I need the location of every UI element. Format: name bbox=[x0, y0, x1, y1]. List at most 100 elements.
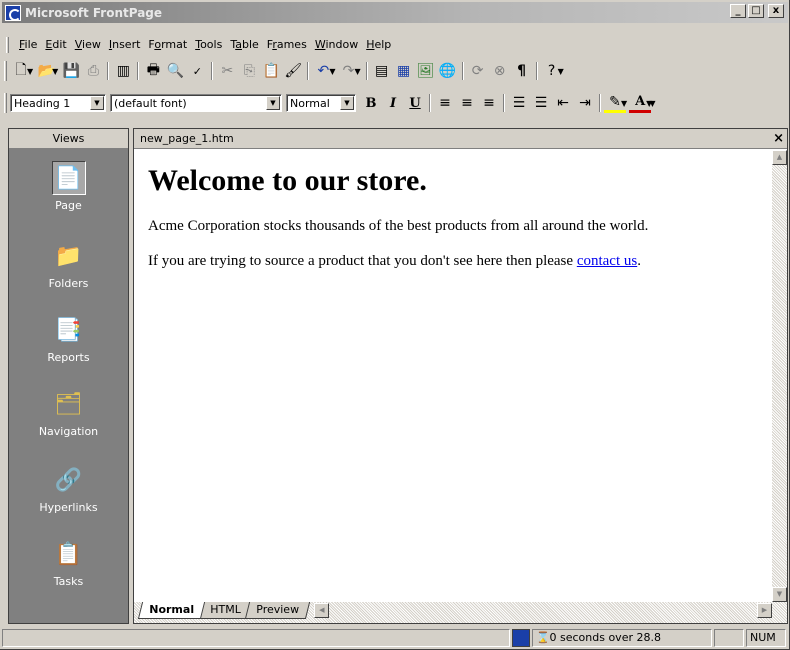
menu-insert[interactable]: Insert bbox=[105, 37, 145, 53]
font-select[interactable]: (default font) ▼ bbox=[110, 94, 282, 112]
views-bar: Views 📄 Page 📁 Folders 📑 Reports 🗂 Navig… bbox=[8, 128, 129, 624]
menu-frames[interactable]: Frames bbox=[263, 37, 311, 53]
window-controls: _ □ x bbox=[730, 4, 784, 18]
page-heading[interactable]: Welcome to our store. bbox=[148, 164, 758, 198]
toolbar-grip[interactable] bbox=[4, 61, 7, 81]
view-label: Page bbox=[55, 199, 82, 212]
menu-edit[interactable]: Edit bbox=[41, 37, 70, 53]
view-hyperlinks[interactable]: 🔗 Hyperlinks bbox=[9, 463, 128, 515]
download-time: 0 seconds over 28.8 bbox=[549, 631, 661, 644]
underline-button[interactable]: U bbox=[404, 92, 426, 114]
contact-us-link[interactable]: contact us bbox=[577, 253, 637, 269]
italic-button[interactable]: I bbox=[382, 92, 404, 114]
menu-help[interactable]: Help bbox=[362, 37, 395, 53]
page-paragraph[interactable]: If you are trying to source a product th… bbox=[148, 253, 758, 270]
open-dropdown-icon[interactable]: ▼ bbox=[52, 67, 58, 76]
folder-list-icon[interactable]: ▥ bbox=[112, 60, 134, 82]
show-all-icon[interactable]: ¶ bbox=[511, 60, 533, 82]
close-button[interactable]: x bbox=[768, 4, 784, 18]
view-page[interactable]: 📄 Page bbox=[9, 161, 128, 212]
maximize-button[interactable]: □ bbox=[748, 4, 764, 18]
standard-toolbar: 🗋 ▼ 📂 ▼ 💾 ⎙ ▥ 🖶 🔍 ✓ ✂ ⎘ 📋 🖌 ↶ ▼ ↷ ▼ ▤ ▦ 🖼 🌐 … bbox=[4, 58, 566, 84]
frontpage-app-icon[interactable] bbox=[5, 4, 21, 21]
spelling-icon[interactable]: ✓ bbox=[186, 60, 208, 82]
toolbar-separator bbox=[137, 62, 140, 80]
chevron-down-icon[interactable]: ▼ bbox=[90, 96, 104, 110]
increase-indent-icon[interactable]: ⇥ bbox=[574, 92, 596, 114]
refresh-icon[interactable]: ⟳ bbox=[467, 60, 489, 82]
document-filename[interactable]: new_page_1.htm bbox=[140, 132, 234, 145]
toolbar-options-icon[interactable]: ▼ bbox=[649, 99, 655, 108]
paragraph-text: . bbox=[637, 253, 641, 269]
menu-tools[interactable]: Tools bbox=[191, 37, 226, 53]
style-select[interactable]: Heading 1 ▼ bbox=[10, 94, 106, 112]
status-empty-panel bbox=[714, 629, 744, 647]
scroll-left-icon[interactable]: ◀ bbox=[314, 603, 330, 618]
cut-icon[interactable]: ✂ bbox=[216, 60, 238, 82]
menu-window[interactable]: Window bbox=[311, 37, 362, 53]
chevron-down-icon[interactable]: ▼ bbox=[266, 96, 280, 110]
view-navigation[interactable]: 🗂 Navigation bbox=[9, 387, 128, 439]
views-header: Views bbox=[9, 129, 128, 149]
tab-preview[interactable]: Preview bbox=[245, 602, 311, 619]
redo-dropdown-icon[interactable]: ▼ bbox=[354, 67, 360, 76]
undo-dropdown-icon[interactable]: ▼ bbox=[329, 67, 335, 76]
page-paragraph[interactable]: Acme Corporation stocks thousands of the… bbox=[148, 218, 758, 235]
align-center-icon[interactable]: ≡ bbox=[456, 92, 478, 114]
toolbar-separator bbox=[365, 62, 368, 80]
menu-grip[interactable] bbox=[6, 37, 9, 53]
print-preview-icon[interactable]: 🔍 bbox=[164, 60, 186, 82]
scroll-up-icon[interactable]: ▲ bbox=[772, 150, 787, 165]
toolbar-options-icon[interactable]: ▼ bbox=[558, 67, 564, 76]
vertical-scrollbar[interactable]: ▲ ▼ bbox=[772, 150, 787, 602]
toolbar-separator bbox=[211, 62, 214, 80]
page-editor[interactable]: Welcome to our store. Acme Corporation s… bbox=[134, 150, 772, 602]
print-icon[interactable]: 🖶 bbox=[142, 60, 164, 82]
insert-table-icon[interactable]: ▦ bbox=[393, 60, 415, 82]
publish-icon[interactable]: ⎙ bbox=[82, 60, 104, 82]
hyperlink-icon[interactable]: 🌐 bbox=[437, 60, 459, 82]
menu-file[interactable]: File bbox=[15, 37, 41, 53]
scroll-right-icon[interactable]: ▶ bbox=[757, 603, 772, 618]
paragraph-text: If you are trying to source a product th… bbox=[148, 253, 577, 269]
bulleted-list-icon[interactable]: ☰ bbox=[530, 92, 552, 114]
menu-view[interactable]: View bbox=[71, 37, 105, 53]
view-reports[interactable]: 📑 Reports bbox=[9, 313, 128, 365]
bold-button[interactable]: B bbox=[360, 92, 382, 114]
save-icon[interactable]: 💾 bbox=[60, 60, 82, 82]
page-view-icon: 📄 bbox=[51, 161, 86, 195]
paste-icon[interactable]: 📋 bbox=[260, 60, 282, 82]
minimize-button[interactable]: _ bbox=[730, 4, 746, 18]
view-folders[interactable]: 📁 Folders bbox=[9, 239, 128, 291]
copy-icon[interactable]: ⎘ bbox=[238, 60, 260, 82]
toolbar-grip[interactable] bbox=[4, 93, 7, 113]
hourglass-icon: ⌛ bbox=[536, 631, 550, 644]
toolbar-separator bbox=[429, 94, 431, 112]
tab-html[interactable]: HTML bbox=[198, 602, 252, 619]
size-select[interactable]: Normal ▼ bbox=[286, 94, 356, 112]
menu-table[interactable]: Table bbox=[226, 37, 262, 53]
highlight-dropdown-icon[interactable]: ▼ bbox=[621, 99, 627, 108]
tab-label: Preview bbox=[256, 603, 300, 616]
tab-normal[interactable]: Normal bbox=[137, 602, 205, 619]
insert-picture-icon[interactable]: 🖼 bbox=[415, 60, 437, 82]
title-bar[interactable]: Microsoft FrontPage _ □ x bbox=[2, 2, 788, 23]
align-right-icon[interactable]: ≡ bbox=[478, 92, 500, 114]
decrease-indent-icon[interactable]: ⇤ bbox=[552, 92, 574, 114]
align-left-icon[interactable]: ≡ bbox=[434, 92, 456, 114]
format-painter-icon[interactable]: 🖌 bbox=[282, 60, 304, 82]
scroll-down-icon[interactable]: ▼ bbox=[772, 587, 787, 602]
document-tab-header: new_page_1.htm × bbox=[134, 129, 787, 149]
new-dropdown-icon[interactable]: ▼ bbox=[27, 67, 33, 76]
download-time-panel[interactable]: ⌛ 0 seconds over 28.8 bbox=[532, 629, 712, 647]
insert-component-icon[interactable]: ▤ bbox=[371, 60, 393, 82]
chevron-down-icon[interactable]: ▼ bbox=[340, 96, 354, 110]
menu-format[interactable]: Format bbox=[144, 37, 191, 53]
numbered-list-icon[interactable]: ☰ bbox=[508, 92, 530, 114]
font-select-value: (default font) bbox=[114, 96, 187, 110]
view-label: Folders bbox=[48, 277, 89, 290]
view-tasks[interactable]: 📋 Tasks bbox=[9, 537, 128, 589]
close-document-icon[interactable]: × bbox=[773, 129, 784, 148]
stop-icon[interactable]: ⊗ bbox=[489, 60, 511, 82]
view-label: Hyperlinks bbox=[39, 501, 98, 514]
